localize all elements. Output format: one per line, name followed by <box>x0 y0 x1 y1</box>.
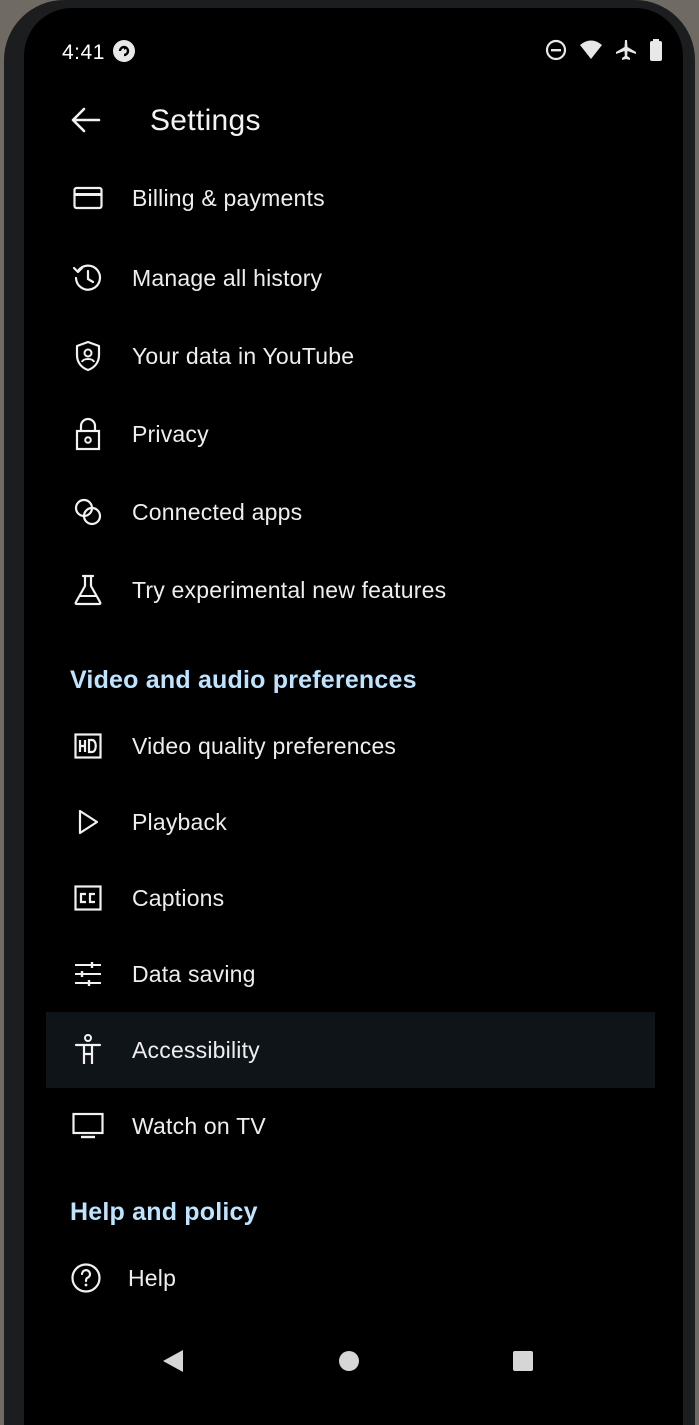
settings-item-label: Data saving <box>132 960 256 987</box>
settings-item-label: Connected apps <box>132 498 303 525</box>
history-icon <box>72 262 104 294</box>
settings-item-label: Privacy <box>132 420 209 447</box>
settings-item-label: Billing & payments <box>132 184 325 211</box>
nav-recents-button[interactable] <box>508 1346 538 1376</box>
credit-card-icon <box>72 182 104 214</box>
arrow-back-icon <box>71 107 101 133</box>
sliders-icon <box>72 958 104 990</box>
help-circle-icon <box>70 1262 102 1294</box>
settings-item-label: Video quality preferences <box>132 732 397 759</box>
play-outline-icon <box>72 806 104 838</box>
phone-frame: 4:41 Settings Billing & payments Manage … <box>4 0 695 1425</box>
settings-item-label: Captions <box>132 884 225 911</box>
lock-icon <box>72 417 104 451</box>
do-not-disturb-icon <box>545 39 567 61</box>
wifi-icon <box>579 39 603 61</box>
settings-item-billing[interactable]: Billing & payments <box>24 160 683 236</box>
settings-item-data-saving[interactable]: Data saving <box>24 936 683 1012</box>
connected-circles-icon <box>72 496 104 528</box>
nav-home-button[interactable] <box>334 1346 364 1376</box>
settings-item-label: Try experimental new features <box>132 576 447 603</box>
shield-person-icon <box>72 340 104 372</box>
hd-icon <box>72 730 104 762</box>
app-notification-icon <box>112 39 136 63</box>
screen: 4:41 Settings Billing & payments Manage … <box>24 8 683 1425</box>
page-title: Settings <box>150 104 261 137</box>
airplane-mode-icon <box>615 39 637 61</box>
tv-icon <box>72 1110 104 1142</box>
nav-back-icon <box>163 1350 183 1372</box>
settings-item-label: Watch on TV <box>132 1112 266 1139</box>
settings-item-captions[interactable]: Captions <box>24 860 683 936</box>
settings-item-label: Help <box>128 1264 177 1291</box>
back-button[interactable] <box>66 100 106 140</box>
nav-home-icon <box>339 1351 359 1371</box>
settings-item-watch-on-tv[interactable]: Watch on TV <box>24 1088 683 1164</box>
flask-icon <box>72 574 104 606</box>
settings-item-your-data[interactable]: Your data in YouTube <box>24 318 683 394</box>
accessibility-icon <box>72 1034 104 1066</box>
settings-item-manage-history[interactable]: Manage all history <box>24 240 683 316</box>
settings-item-experimental[interactable]: Try experimental new features <box>24 552 683 628</box>
status-time: 4:41 <box>62 41 105 64</box>
settings-item-privacy[interactable]: Privacy <box>24 396 683 472</box>
nav-recents-icon <box>513 1351 533 1371</box>
battery-icon <box>649 39 663 61</box>
cc-icon <box>72 882 104 914</box>
settings-item-help[interactable]: Help <box>24 1240 683 1316</box>
settings-item-label: Playback <box>132 808 227 835</box>
settings-item-connected-apps[interactable]: Connected apps <box>24 474 683 550</box>
settings-item-accessibility[interactable]: Accessibility <box>46 1012 655 1088</box>
settings-item-playback[interactable]: Playback <box>24 784 683 860</box>
settings-item-label: Accessibility <box>132 1036 260 1063</box>
status-icons <box>545 39 663 61</box>
settings-item-label: Your data in YouTube <box>132 342 355 369</box>
system-nav-bar <box>24 1318 683 1398</box>
section-heading-video-audio: Video and audio preferences <box>70 666 417 694</box>
settings-item-video-quality[interactable]: Video quality preferences <box>24 708 683 784</box>
settings-item-label: Manage all history <box>132 264 323 291</box>
status-bar: 4:41 <box>24 8 683 88</box>
section-heading-help-policy: Help and policy <box>70 1198 258 1226</box>
app-header: Settings <box>24 88 683 158</box>
nav-back-button[interactable] <box>158 1346 188 1376</box>
